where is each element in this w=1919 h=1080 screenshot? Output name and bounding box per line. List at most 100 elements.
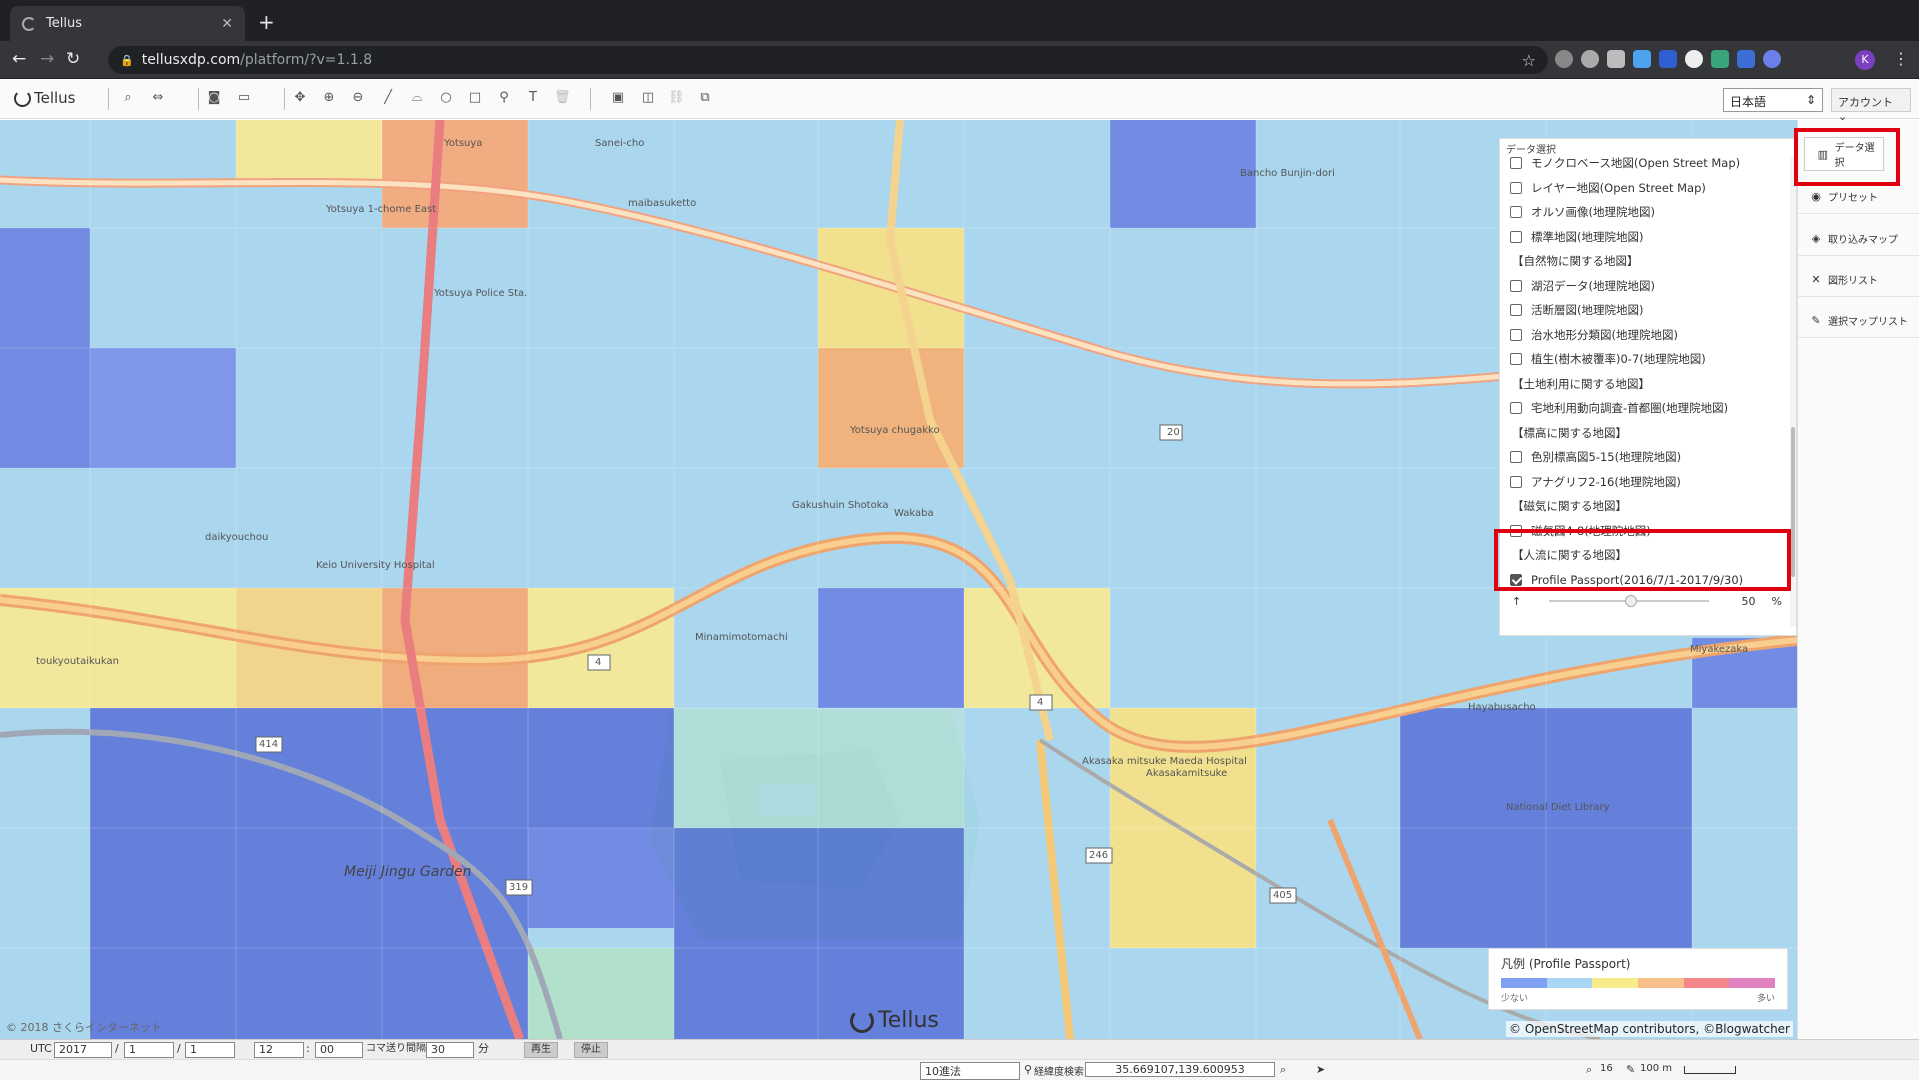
layer-checkbox[interactable]: [1510, 279, 1522, 292]
layer-item[interactable]: 植生(樹木被覆率)0-7(地理院地図): [1500, 347, 1790, 372]
sidebar-item-data-select[interactable]: ▥ データ選択: [1804, 137, 1884, 171]
hour-select[interactable]: 12: [254, 1042, 304, 1058]
extension-icon[interactable]: [1685, 50, 1703, 68]
layer-checkbox-checked[interactable]: [1510, 573, 1522, 586]
legend-low-label: 少ない: [1501, 994, 1529, 1004]
layer-item[interactable]: 湖沼データ(地理院地図): [1500, 274, 1790, 299]
forward-icon[interactable]: →: [40, 49, 54, 69]
browser-menu-icon[interactable]: ⋮: [1893, 49, 1909, 68]
layer-item[interactable]: アナグリフ2-16(地理院地図): [1500, 470, 1790, 495]
sidebar-item-shape-list[interactable]: ✕ 図形リスト: [1798, 263, 1919, 297]
layer-item-profile-passport[interactable]: Profile Passport(2016/7/1-2017/9/30): [1500, 568, 1790, 593]
layer-label: モノクロベース地図(Open Street Map): [1531, 156, 1741, 171]
data-select-panel: データ選択 モノクロベース地図(Open Street Map) レイヤー地図(…: [1499, 138, 1797, 636]
extension-icon[interactable]: [1659, 50, 1677, 68]
layer-item[interactable]: 標準地図(地理院地図): [1500, 225, 1790, 250]
back-icon[interactable]: ←: [12, 49, 26, 69]
browser-tab[interactable]: Tellus ✕: [10, 6, 245, 41]
scrollbar-thumb[interactable]: [1791, 427, 1795, 577]
ruler-icon: ✎: [1626, 1063, 1636, 1076]
stop-button[interactable]: 停止: [574, 1042, 608, 1058]
circle-icon[interactable]: ○: [438, 90, 454, 106]
zoom-out-icon[interactable]: ⊖: [350, 90, 366, 106]
extensions-area: [1555, 50, 1781, 68]
layer-item[interactable]: レイヤー地図(Open Street Map): [1500, 176, 1790, 201]
layer-checkbox[interactable]: [1510, 475, 1522, 488]
extension-icon[interactable]: [1607, 50, 1625, 68]
route-number: 246: [1089, 850, 1109, 861]
day-select[interactable]: 1: [185, 1042, 235, 1058]
layer-item[interactable]: 磁気図4-8(地理院地図): [1500, 519, 1790, 544]
close-tab-icon[interactable]: ✕: [221, 16, 233, 32]
category-label: 【人流に関する地図】: [1512, 548, 1627, 563]
layer-item[interactable]: 色別標高図5-15(地理院地図): [1500, 445, 1790, 470]
status-bar: 10進法 ⚲ 経緯度検索 35.669107,139.600953 ⌕ ➤ ⌕ …: [0, 1059, 1919, 1080]
layer-checkbox[interactable]: [1510, 206, 1522, 219]
heat-cell: [674, 708, 964, 828]
line-icon[interactable]: ╱: [380, 90, 396, 106]
layer-checkbox[interactable]: [1510, 402, 1522, 415]
layer-checkbox[interactable]: [1510, 181, 1522, 194]
cursor-icon[interactable]: ➤: [1316, 1063, 1325, 1076]
extension-icon[interactable]: [1555, 50, 1573, 68]
language-select[interactable]: 日本語 ⇕: [1723, 88, 1823, 112]
new-tab-icon[interactable]: +: [258, 10, 275, 34]
layer-checkbox[interactable]: [1510, 304, 1522, 317]
layer-checkbox[interactable]: [1510, 524, 1522, 537]
url-input[interactable]: 🔒 tellusxdp.com/platform/?v=1.1.8 ☆: [108, 46, 1548, 74]
extension-icon[interactable]: [1581, 50, 1599, 68]
account-button[interactable]: アカウント ⌄: [1831, 88, 1911, 123]
opacity-slider[interactable]: [1549, 595, 1710, 607]
place-label: National Diet Library: [1506, 802, 1610, 813]
extension-icon[interactable]: [1763, 50, 1781, 68]
layer-item[interactable]: 宅地利用動向調査-首都圏(地理院地図): [1500, 396, 1790, 421]
coord-format-select[interactable]: 10進法: [920, 1062, 1020, 1080]
sidebar-item-imported-maps[interactable]: ◈ 取り込みマップ: [1798, 222, 1919, 256]
play-button[interactable]: 再生: [524, 1042, 558, 1058]
lasso-icon[interactable]: ⌓: [409, 90, 425, 106]
profile-avatar[interactable]: K: [1855, 50, 1875, 70]
window-icon[interactable]: ▣: [610, 90, 626, 106]
link-icon[interactable]: ⛓: [668, 90, 685, 106]
sidebar-item-preset[interactable]: ◉ プリセット: [1798, 180, 1919, 214]
extension-icon[interactable]: [1711, 50, 1729, 68]
zoom-in-icon[interactable]: ⊕: [321, 90, 337, 106]
year-select[interactable]: 2017: [54, 1042, 112, 1058]
layer-item[interactable]: 活断層図(地理院地図): [1500, 298, 1790, 323]
month-select[interactable]: 1: [124, 1042, 174, 1058]
slider-handle[interactable]: [1625, 595, 1638, 607]
layer-checkbox[interactable]: [1510, 230, 1522, 243]
toolbar-divider: [590, 88, 591, 110]
marker-icon[interactable]: ⚲: [496, 90, 512, 106]
minute-select[interactable]: 00: [315, 1042, 363, 1058]
search-icon[interactable]: ⌕: [120, 90, 136, 106]
map-attribution[interactable]: © OpenStreetMap contributors, ©Blogwatch…: [1506, 1021, 1793, 1037]
trash-icon[interactable]: 🗑: [554, 90, 571, 106]
layer-item[interactable]: オルソ画像(地理院地図): [1500, 200, 1790, 225]
layer-item[interactable]: 治水地形分類図(地理院地図): [1500, 323, 1790, 348]
move-icon[interactable]: ✥: [292, 90, 308, 106]
extension-icon[interactable]: [1633, 50, 1651, 68]
watermark-text: Tellus: [878, 1008, 939, 1033]
reload-icon[interactable]: ↻: [66, 49, 80, 69]
search-icon[interactable]: ⌕: [1280, 1063, 1286, 1077]
panel-scrollbar[interactable]: [1790, 157, 1796, 627]
rectangle-icon[interactable]: □: [467, 90, 483, 106]
bookmark-star-icon[interactable]: ☆: [1522, 51, 1536, 70]
sidebar-item-selected-maps[interactable]: ✎ 選択マップリスト: [1798, 304, 1919, 338]
copy-window-icon[interactable]: ⧉: [697, 90, 713, 106]
camera-icon[interactable]: ◙: [206, 90, 222, 106]
share-icon[interactable]: ⇔: [150, 90, 166, 106]
keyboard-icon[interactable]: ▭: [236, 90, 252, 106]
split-view-icon[interactable]: ◫: [640, 90, 656, 106]
coord-input[interactable]: 35.669107,139.600953: [1085, 1062, 1275, 1077]
layer-checkbox[interactable]: [1510, 328, 1522, 341]
interval-select[interactable]: 30: [426, 1042, 474, 1058]
date-separator: /: [115, 1042, 119, 1055]
extension-icon[interactable]: [1737, 50, 1755, 68]
layer-checkbox[interactable]: [1510, 157, 1522, 170]
layer-item[interactable]: モノクロベース地図(Open Street Map): [1500, 151, 1790, 176]
layer-checkbox[interactable]: [1510, 451, 1522, 464]
layer-checkbox[interactable]: [1510, 353, 1522, 366]
text-icon[interactable]: T: [525, 90, 541, 106]
